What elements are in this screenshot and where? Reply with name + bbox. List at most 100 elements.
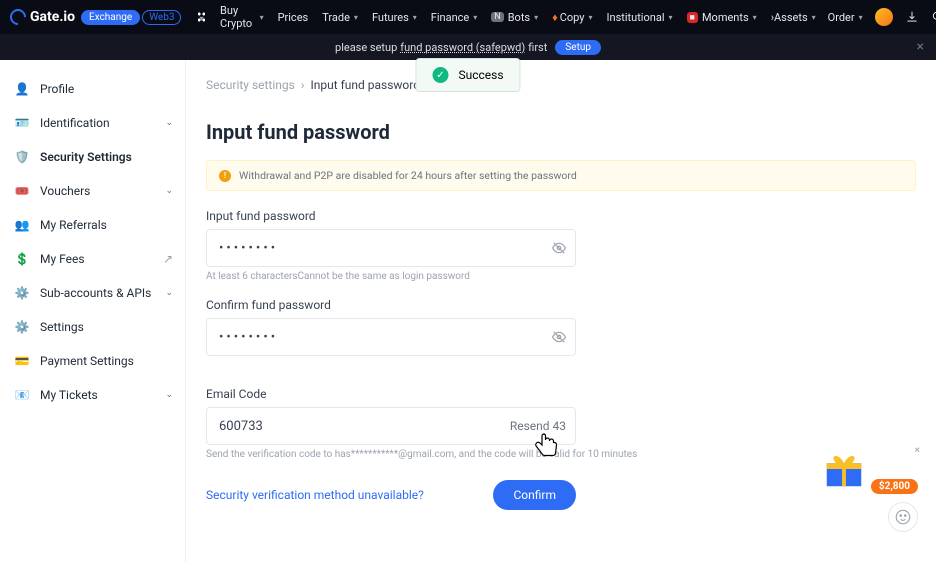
confirm-label: Confirm fund password	[206, 298, 916, 312]
sidebar-item-subaccounts[interactable]: ⚙️ Sub-accounts & APIs ⌄	[0, 276, 185, 310]
sidebar-item-label: Profile	[40, 82, 74, 96]
chevron-down-icon: ⌄	[165, 288, 173, 298]
sidebar-item-label: Settings	[40, 320, 84, 334]
sidebar: 👤 Profile 🪪 Identification ⌄ 🛡️ Security Set…	[0, 60, 186, 562]
code-label: Email Code	[206, 387, 916, 401]
eye-off-icon[interactable]	[552, 240, 566, 259]
setup-banner: please setup fund password (safepwd) fir…	[0, 34, 936, 60]
n-badge-icon: N	[491, 12, 503, 22]
sidebar-item-tickets[interactable]: 📧 My Tickets ⌄	[0, 378, 185, 412]
setup-button[interactable]: Setup	[555, 40, 601, 55]
nav-assets[interactable]: Assets	[774, 11, 816, 24]
code-input-wrap: Resend 43	[206, 407, 576, 445]
avatar[interactable]	[875, 8, 893, 26]
pwd-hint: At least 6 charactersCannot be the same …	[206, 271, 916, 282]
warning-box: ! Withdrawal and P2P are disabled for 24…	[206, 160, 916, 191]
confirm-password-input[interactable]	[206, 318, 576, 356]
breadcrumb-current: Input fund password	[310, 78, 420, 92]
toast-text: Success	[458, 68, 503, 82]
chevron-down-icon: ⌄	[165, 186, 173, 196]
sidebar-item-label: My Tickets	[40, 388, 98, 402]
flame-icon: ♦	[552, 11, 558, 24]
grid-menu-icon[interactable]	[197, 11, 206, 23]
checkmark-icon: ✓	[432, 67, 448, 83]
shield-icon: 🛡️	[14, 149, 30, 165]
sidebar-item-payment[interactable]: 💳 Payment Settings	[0, 344, 185, 378]
logo-icon	[7, 6, 30, 29]
id-icon: 🪪	[14, 115, 30, 131]
banner-suffix: first	[528, 41, 547, 54]
gift-icon	[821, 449, 867, 489]
sidebar-item-label: Security Settings	[40, 150, 132, 164]
breadcrumb-root[interactable]: Security settings	[206, 78, 295, 92]
nav-trade[interactable]: Trade	[322, 11, 358, 24]
web3-pill[interactable]: Web3	[142, 10, 181, 25]
nav-institutional[interactable]: Institutional	[607, 11, 673, 24]
sidebar-item-label: Sub-accounts & APIs	[40, 286, 151, 300]
user-icon: 👤	[14, 81, 30, 97]
chevron-down-icon: ⌄	[165, 118, 173, 128]
referral-icon: 👥	[14, 217, 30, 233]
resend-button[interactable]: Resend 43	[510, 407, 566, 445]
breadcrumb: Security settings › Input fund password	[206, 78, 916, 92]
sidebar-item-profile[interactable]: 👤 Profile	[0, 72, 185, 106]
chevron-down-icon: ⌄	[165, 390, 173, 400]
warning-text: Withdrawal and P2P are disabled for 24 h…	[239, 169, 577, 182]
nav-order[interactable]: Order	[828, 11, 863, 24]
nav-bots[interactable]: NBots	[491, 11, 538, 24]
download-icon[interactable]	[905, 10, 919, 24]
nav-items: Buy Crypto Prices Trade Futures Finance …	[197, 4, 774, 30]
gear-icon: ⚙️	[14, 319, 30, 335]
warning-icon: !	[219, 170, 231, 182]
sidebar-item-security[interactable]: 🛡️ Security Settings	[0, 140, 185, 174]
nav-buy-crypto[interactable]: Buy Crypto	[220, 4, 264, 30]
confirm-hint	[206, 360, 916, 371]
gift-promo[interactable]: × $2,800	[821, 449, 918, 494]
chat-support-icon[interactable]	[888, 502, 918, 532]
sidebar-item-settings[interactable]: ⚙️ Settings	[0, 310, 185, 344]
brand-text: Gate.io	[30, 9, 75, 25]
sidebar-item-identification[interactable]: 🪪 Identification ⌄	[0, 106, 185, 140]
fund-password-input[interactable]	[206, 229, 576, 267]
ticket-icon: 📧	[14, 387, 30, 403]
nav-moments[interactable]: ■Moments	[687, 11, 757, 24]
sidebar-item-label: Identification	[40, 116, 110, 130]
chevron-right-icon: ›	[301, 78, 305, 92]
nav-futures[interactable]: Futures	[372, 11, 417, 24]
sidebar-item-label: Payment Settings	[40, 354, 134, 368]
exchange-pill[interactable]: Exchange	[81, 10, 140, 25]
verification-unavailable-link[interactable]: Security verification method unavailable…	[206, 488, 424, 502]
success-toast: ✓ Success	[415, 58, 520, 92]
nav-prices[interactable]: Prices	[278, 11, 309, 24]
banner-close-icon[interactable]: ×	[917, 39, 924, 55]
payment-icon: 💳	[14, 353, 30, 369]
pwd-label: Input fund password	[206, 209, 916, 223]
banner-prefix: please setup	[335, 41, 397, 54]
sidebar-item-label: My Fees	[40, 252, 85, 266]
close-icon[interactable]: ×	[915, 445, 920, 456]
sidebar-item-label: My Referrals	[40, 218, 107, 232]
nav-right: Assets Order	[774, 8, 936, 26]
confirm-button[interactable]: Confirm	[493, 480, 576, 510]
subaccount-icon: ⚙️	[14, 285, 30, 301]
fees-icon: 💲	[14, 251, 30, 267]
code-hint: Send the verification code to has*******…	[206, 449, 916, 460]
top-navigation: Gate.io Exchange Web3 Buy Crypto Prices …	[0, 0, 936, 34]
search-icon[interactable]	[931, 10, 936, 24]
page-title: Input fund password	[206, 120, 916, 144]
nav-finance[interactable]: Finance	[431, 11, 478, 24]
eye-off-icon[interactable]	[552, 329, 566, 348]
nav-copy[interactable]: ♦Copy	[552, 11, 592, 24]
banner-link[interactable]: fund password (safepwd)	[400, 41, 525, 54]
gift-amount: $2,800	[871, 479, 918, 494]
main-layout: 👤 Profile 🪪 Identification ⌄ 🛡️ Security Set…	[0, 60, 936, 562]
sidebar-item-fees[interactable]: 💲 My Fees ↗	[0, 242, 185, 276]
external-link-icon: ↗	[163, 252, 173, 266]
actions-row: Security verification method unavailable…	[206, 480, 576, 510]
moments-badge-icon: ■	[687, 12, 698, 23]
sidebar-item-referrals[interactable]: 👥 My Referrals	[0, 208, 185, 242]
sidebar-item-vouchers[interactable]: 🎟️Vouchers⌄	[0, 174, 185, 208]
confirm-input-wrap	[206, 318, 576, 356]
voucher-icon: 🎟️	[14, 183, 30, 199]
brand-logo[interactable]: Gate.io	[10, 9, 75, 25]
